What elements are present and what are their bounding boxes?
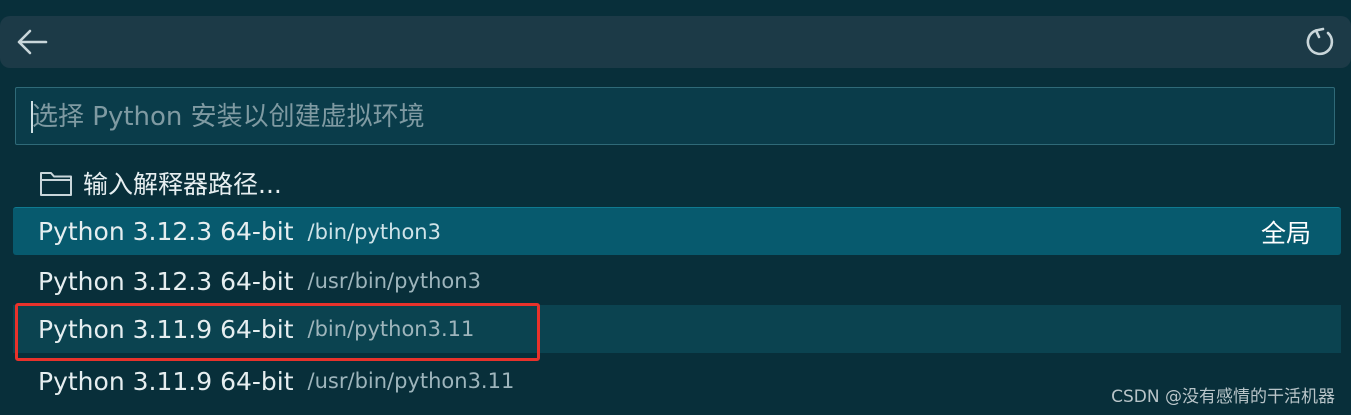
folder-icon — [39, 169, 73, 197]
interpreter-name: Python 3.12.3 64-bit — [38, 217, 294, 246]
search-input[interactable] — [30, 88, 1324, 146]
enter-interpreter-path-label: 输入解释器路径... — [83, 170, 282, 199]
search-box — [15, 87, 1335, 146]
interpreter-path: /bin/python3 — [307, 219, 441, 244]
picker-title-bar — [0, 16, 1351, 68]
back-button[interactable] — [12, 26, 52, 58]
interpreter-name: Python 3.11.9 64-bit — [38, 314, 294, 344]
text-cursor — [31, 101, 33, 133]
global-badge: 全局 — [1260, 218, 1311, 248]
interpreter-item[interactable]: Python 3.12.3 64-bit /usr/bin/python3 — [13, 257, 1341, 305]
interpreter-picker: 输入解释器路径... Python 3.12.3 64-bit /bin/pyt… — [0, 0, 1351, 415]
interpreter-name: Python 3.11.9 64-bit — [38, 366, 294, 396]
refresh-icon — [1306, 27, 1334, 56]
interpreter-path: /usr/bin/python3 — [307, 269, 481, 293]
interpreter-name: Python 3.12.3 64-bit — [38, 266, 294, 296]
watermark: CSDN @没有感情的干活机器 — [1111, 387, 1335, 407]
arrow-left-icon — [17, 29, 48, 55]
interpreter-path: /usr/bin/python3.11 — [307, 369, 515, 393]
enter-interpreter-path-item[interactable]: 输入解释器路径... — [13, 160, 1341, 206]
interpreter-item[interactable]: Python 3.11.9 64-bit /bin/python3.11 — [13, 305, 1341, 353]
interpreter-item[interactable]: Python 3.12.3 64-bit /bin/python3 全局 — [13, 207, 1341, 255]
refresh-button[interactable] — [1300, 24, 1340, 60]
interpreter-path: /bin/python3.11 — [307, 317, 475, 341]
